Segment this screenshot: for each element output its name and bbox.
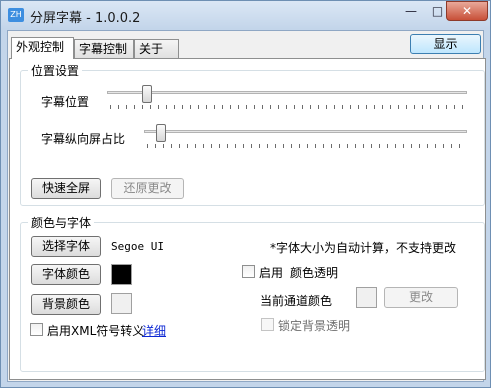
window-title: 分屏字幕 - 1.0.0.2: [30, 11, 141, 26]
minimize-button[interactable]: —: [397, 1, 425, 21]
tab-subtitle-control[interactable]: 字幕控制: [74, 39, 134, 58]
lock-background-transparency-checkbox[interactable]: [261, 318, 274, 331]
quick-fullscreen-button[interactable]: 快速全屏: [31, 178, 101, 199]
select-font-button[interactable]: 选择字体: [31, 236, 101, 257]
subtitle-position-track[interactable]: [107, 91, 467, 94]
change-button[interactable]: 更改: [384, 287, 458, 308]
font-size-note: *字体大小为自动计算，不支持更改: [270, 241, 457, 255]
show-button[interactable]: 显示: [410, 34, 481, 54]
current-channel-color-label: 当前通道颜色: [260, 294, 333, 308]
vertical-ratio-label: 字幕纵向屏占比: [41, 132, 126, 146]
close-button[interactable]: ✕: [446, 1, 488, 21]
color-transparency-label: 颜色透明: [290, 266, 339, 280]
subtitle-position-label: 字幕位置: [41, 95, 90, 109]
lock-background-transparency-label: 锁定背景透明: [278, 319, 351, 333]
enable-xml-escape-checkbox[interactable]: [30, 323, 43, 336]
font-color-swatch[interactable]: [111, 264, 132, 285]
background-color-button[interactable]: 背景颜色: [31, 294, 101, 315]
current-font-name: Segoe UI: [111, 240, 164, 253]
enable-xml-escape-label: 启用XML符号转义: [47, 324, 145, 338]
vertical-ratio-track[interactable]: [144, 130, 467, 133]
subtitle-position-thumb[interactable]: [142, 85, 152, 103]
tab-about[interactable]: 关于: [134, 39, 179, 58]
enable-color-transparency-checkbox[interactable]: [242, 265, 255, 278]
tab-appearance[interactable]: 外观控制: [11, 37, 74, 59]
font-color-button[interactable]: 字体颜色: [31, 264, 101, 285]
channel-color-swatch[interactable]: [356, 287, 377, 308]
subtitle-position-ticks: [110, 105, 467, 109]
position-settings-legend: 位置设置: [28, 62, 83, 79]
color-font-legend: 颜色与字体: [28, 214, 95, 231]
app-icon: ZH: [8, 8, 24, 22]
title-bar[interactable]: ZH 分屏字幕 - 1.0.0.2 — □ ✕: [1, 1, 490, 29]
vertical-ratio-thumb[interactable]: [156, 124, 166, 142]
background-color-swatch[interactable]: [111, 293, 132, 314]
enable-label: 启用: [259, 266, 284, 280]
details-link[interactable]: 详细: [142, 322, 166, 339]
restore-changes-button[interactable]: 还原更改: [111, 178, 184, 199]
vertical-ratio-ticks: [147, 144, 467, 148]
